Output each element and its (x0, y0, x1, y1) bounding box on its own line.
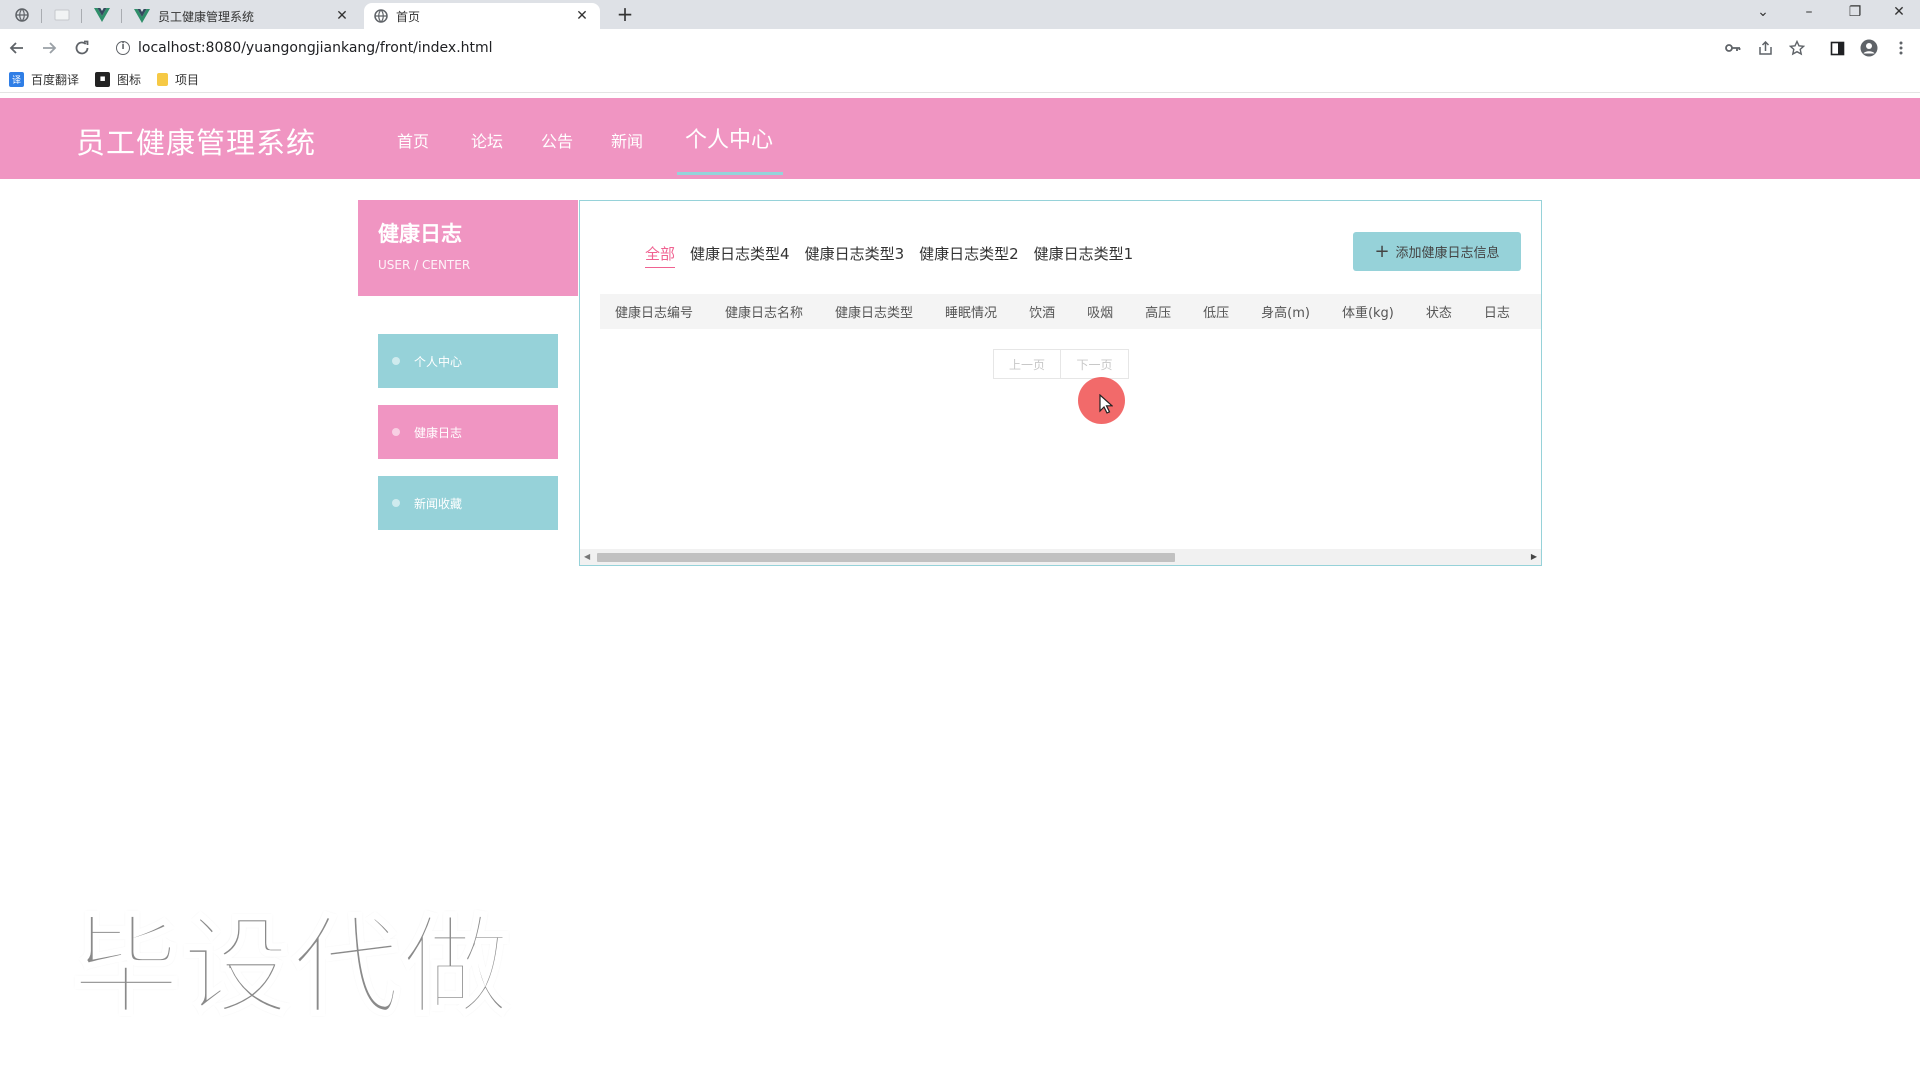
filter-all[interactable]: 全部 (645, 243, 676, 268)
bookmark-folder-projects[interactable]: 项目 (157, 71, 199, 88)
column-header: 身高(m) (1261, 306, 1310, 321)
column-header: 低压 (1203, 306, 1230, 321)
bookmark-baidu-translate[interactable]: 译 百度翻译 (9, 71, 79, 88)
sidebar-item-news-favorites[interactable]: 新闻收藏 (378, 476, 558, 530)
health-log-panel: 全部 健康日志类型4 健康日志类型3 健康日志类型2 健康日志类型1 + 添加健… (579, 200, 1542, 566)
blank-page-icon (54, 9, 70, 21)
pinned-tab-globe[interactable] (2, 3, 42, 27)
bookmark-icons[interactable]: ▪ 图标 (95, 71, 141, 88)
more-menu-icon[interactable] (1891, 38, 1911, 58)
forward-button[interactable] (36, 35, 62, 61)
sidebar-header: 健康日志 USER / CENTER (358, 200, 578, 296)
bookmark-label: 百度翻译 (31, 72, 80, 87)
reload-icon (75, 40, 89, 55)
table-header: 健康日志编号 健康日志名称 健康日志类型 睡眠情况 饮酒 吸烟 高压 低压 身高… (600, 294, 1541, 329)
pagination: 上一页 下一页 (993, 349, 1129, 379)
site-header: 员工健康管理系统 首页 论坛 公告 新闻 个人中心 (0, 98, 1920, 179)
column-header: 吸烟 (1087, 306, 1114, 321)
type-filter-tabs: 全部 健康日志类型4 健康日志类型3 健康日志类型2 健康日志类型1 (645, 243, 1148, 268)
column-header: 饮酒 (1029, 306, 1056, 321)
filter-type-4[interactable]: 健康日志类型4 (690, 243, 790, 268)
arrow-left-icon (9, 42, 23, 54)
close-icon[interactable]: ✕ (574, 8, 590, 24)
horizontal-scrollbar[interactable]: ◀ ▶ (580, 549, 1541, 565)
next-page-button[interactable]: 下一页 (1061, 349, 1129, 379)
arrow-right-icon (43, 42, 57, 54)
site-info-icon[interactable]: i (116, 40, 130, 55)
globe-icon (15, 8, 29, 22)
reload-button[interactable] (69, 35, 95, 61)
minimize-button[interactable]: – (1786, 0, 1832, 24)
password-key-icon[interactable] (1723, 38, 1743, 58)
column-header: 高压 (1145, 306, 1172, 321)
prev-page-button[interactable]: 上一页 (993, 349, 1061, 379)
close-icon[interactable]: ✕ (334, 8, 350, 24)
scroll-left-icon[interactable]: ◀ (584, 552, 590, 561)
translate-icon: 译 (9, 71, 24, 87)
image-icon: ▪ (95, 71, 111, 87)
restore-button[interactable]: ❐ (1832, 0, 1878, 24)
scrollbar-thumb[interactable] (597, 553, 1175, 562)
window-close-button[interactable]: ✕ (1876, 0, 1920, 24)
sidebar-item-health-log[interactable]: 健康日志 (378, 405, 558, 459)
add-button-label: 添加健康日志信息 (1395, 246, 1500, 261)
nav-home[interactable]: 首页 (397, 128, 429, 152)
bookmarks-bar: 译 百度翻译 ▪ 图标 项目 (0, 66, 1920, 93)
folder-icon (157, 72, 169, 86)
column-header: 健康日志名称 (725, 306, 804, 321)
nav-announcement[interactable]: 公告 (541, 128, 573, 152)
sidebar-item-label: 个人中心 (414, 354, 463, 369)
column-header: 健康日志编号 (615, 306, 694, 321)
sidebar-item-label: 健康日志 (414, 425, 463, 440)
pinned-tab-vue[interactable] (82, 3, 122, 27)
column-header: 睡眠情况 (945, 306, 998, 321)
tab-home[interactable]: 首页 ✕ (364, 3, 600, 29)
nav-active-indicator (677, 172, 783, 175)
watermark-text: 毕设代做 (70, 904, 513, 1032)
tab-search-dropdown[interactable]: ⌄ (1740, 0, 1786, 24)
share-icon[interactable] (1755, 38, 1775, 58)
browser-toolbar: i localhost:8080/yuangongjiankang/front/… (0, 29, 1920, 66)
column-header: 体重(kg) (1341, 306, 1394, 321)
bullet-icon (392, 428, 400, 436)
browser-tabstrip: 员工健康管理系统 ✕ 首页 ✕ + ⌄ – ❐ ✕ (0, 0, 1920, 29)
side-panel-icon[interactable] (1827, 38, 1847, 58)
filter-type-1[interactable]: 健康日志类型1 (1034, 243, 1134, 268)
vue-logo-icon (134, 9, 150, 23)
sidebar-item-label: 新闻收藏 (414, 496, 463, 511)
bullet-icon (392, 357, 400, 365)
add-health-log-button[interactable]: + 添加健康日志信息 (1353, 232, 1521, 271)
profile-avatar-icon[interactable] (1859, 38, 1879, 58)
back-button[interactable] (4, 35, 30, 61)
column-header: 状态 (1425, 306, 1452, 321)
filter-type-2[interactable]: 健康日志类型2 (919, 243, 1019, 268)
address-bar[interactable]: i localhost:8080/yuangongjiankang/front/… (106, 33, 1746, 62)
site-title: 员工健康管理系统 (76, 126, 317, 160)
vue-logo-icon (94, 8, 110, 22)
url-text: localhost:8080/yuangongjiankang/front/in… (138, 39, 493, 56)
tab-title: 员工健康管理系统 (158, 9, 255, 24)
tab-title: 首页 (396, 9, 421, 24)
nav-personal-center[interactable]: 个人中心 (685, 122, 773, 154)
sidebar-item-personal-center[interactable]: 个人中心 (378, 334, 558, 388)
pinned-tab-blank[interactable] (42, 3, 82, 27)
nav-news[interactable]: 新闻 (611, 128, 643, 152)
globe-icon (374, 9, 388, 23)
new-tab-button[interactable]: + (612, 3, 638, 27)
plus-icon: + (1374, 240, 1390, 262)
bookmark-label: 项目 (175, 72, 200, 87)
bookmark-label: 图标 (117, 72, 142, 87)
scroll-right-icon[interactable]: ▶ (1531, 552, 1537, 561)
nav-forum[interactable]: 论坛 (471, 128, 503, 152)
bookmark-star-icon[interactable] (1787, 38, 1807, 58)
column-header: 日志 (1483, 306, 1510, 321)
sidebar-title: 健康日志 (378, 222, 462, 246)
column-header: 健康日志类型 (835, 306, 914, 321)
tab-employee-health[interactable]: 员工健康管理系统 ✕ (124, 3, 360, 29)
mouse-pointer-icon (1099, 394, 1113, 414)
bullet-icon (392, 499, 400, 507)
filter-type-3[interactable]: 健康日志类型3 (805, 243, 905, 268)
sidebar-subtitle: USER / CENTER (378, 258, 471, 272)
